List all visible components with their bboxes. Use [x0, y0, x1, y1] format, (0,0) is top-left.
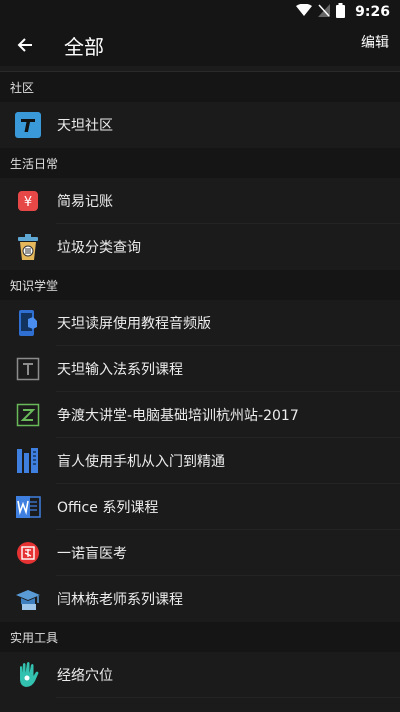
edit-button[interactable]: 编辑: [361, 32, 389, 52]
list-item-label: Office 系列课程: [57, 500, 159, 516]
list-item-trash-sorting[interactable]: 垃圾分类查询: [0, 224, 400, 270]
list-item-label: 盲人使用手机从入门到精通: [57, 454, 225, 470]
hand-acupoint-icon: [14, 661, 42, 689]
section-header-utilities: 实用工具: [0, 622, 400, 652]
yen-ledger-icon: ¥: [14, 187, 42, 215]
list-item-label: 天坦社区: [57, 118, 113, 134]
list-item-label: 简易记账: [57, 194, 113, 210]
list-item-label: 天坦输入法系列课程: [57, 362, 183, 378]
list-item-partially-visible[interactable]: [0, 698, 400, 712]
list-item-blind-phone-course[interactable]: 盲人使用手机从入门到精通: [0, 438, 400, 484]
word-doc-icon: [14, 493, 42, 521]
app-bar: 全部 编辑: [0, 24, 400, 66]
list-item-yan-lindong-course[interactable]: 闫林栋老师系列课程: [0, 576, 400, 622]
back-arrow-icon[interactable]: [0, 24, 50, 66]
tiantan-t-logo-icon: [14, 111, 42, 139]
list-item-input-method-course[interactable]: 天坦输入法系列课程: [0, 346, 400, 392]
page-title: 全部: [64, 34, 104, 59]
list-item-office-course[interactable]: Office 系列课程: [0, 484, 400, 530]
list-item-meridian-acupoints[interactable]: 经络穴位: [0, 652, 400, 698]
section-header-daily-life: 生活日常: [0, 148, 400, 178]
phone-audio-icon: [14, 309, 42, 337]
list-item-label: 闫林栋老师系列课程: [57, 592, 183, 608]
section-header-community: 社区: [0, 72, 400, 102]
location-pin-icon: [14, 707, 42, 712]
medical-yi-icon: [14, 539, 42, 567]
list-item-zhengdu-lecture[interactable]: 争渡大讲堂-电脑基础培训杭州站-2017: [0, 392, 400, 438]
list-item-label: 垃圾分类查询: [57, 240, 141, 256]
graduation-cap-icon: [14, 585, 42, 613]
wifi-icon: [296, 3, 313, 20]
trash-bin-icon: [14, 233, 42, 261]
list-item-label: 经络穴位: [57, 668, 113, 684]
list-item-label: 天坦读屏使用教程音频版: [57, 316, 211, 332]
phone-bars-icon: [14, 447, 42, 475]
list-item-label: 一诺盲医考: [57, 546, 127, 562]
t-square-icon: [14, 355, 42, 383]
svg-text:¥: ¥: [24, 195, 32, 210]
list-item-simple-ledger[interactable]: ¥ 简易记账: [0, 178, 400, 224]
list-item-screen-reader-tutorial[interactable]: 天坦读屏使用教程音频版: [0, 300, 400, 346]
section-header-knowledge: 知识学堂: [0, 270, 400, 300]
list-item-label: 争渡大讲堂-电脑基础培训杭州站-2017: [57, 408, 299, 424]
z-square-icon: [14, 401, 42, 429]
clock: 9:26: [355, 4, 390, 20]
battery-icon: [336, 2, 346, 22]
no-signal-icon: [318, 3, 331, 21]
list-item-yinuo-medical-exam[interactable]: 一诺盲医考: [0, 530, 400, 576]
status-bar: 9:26: [0, 0, 400, 24]
list-item-tiantan-community[interactable]: 天坦社区: [0, 102, 400, 148]
